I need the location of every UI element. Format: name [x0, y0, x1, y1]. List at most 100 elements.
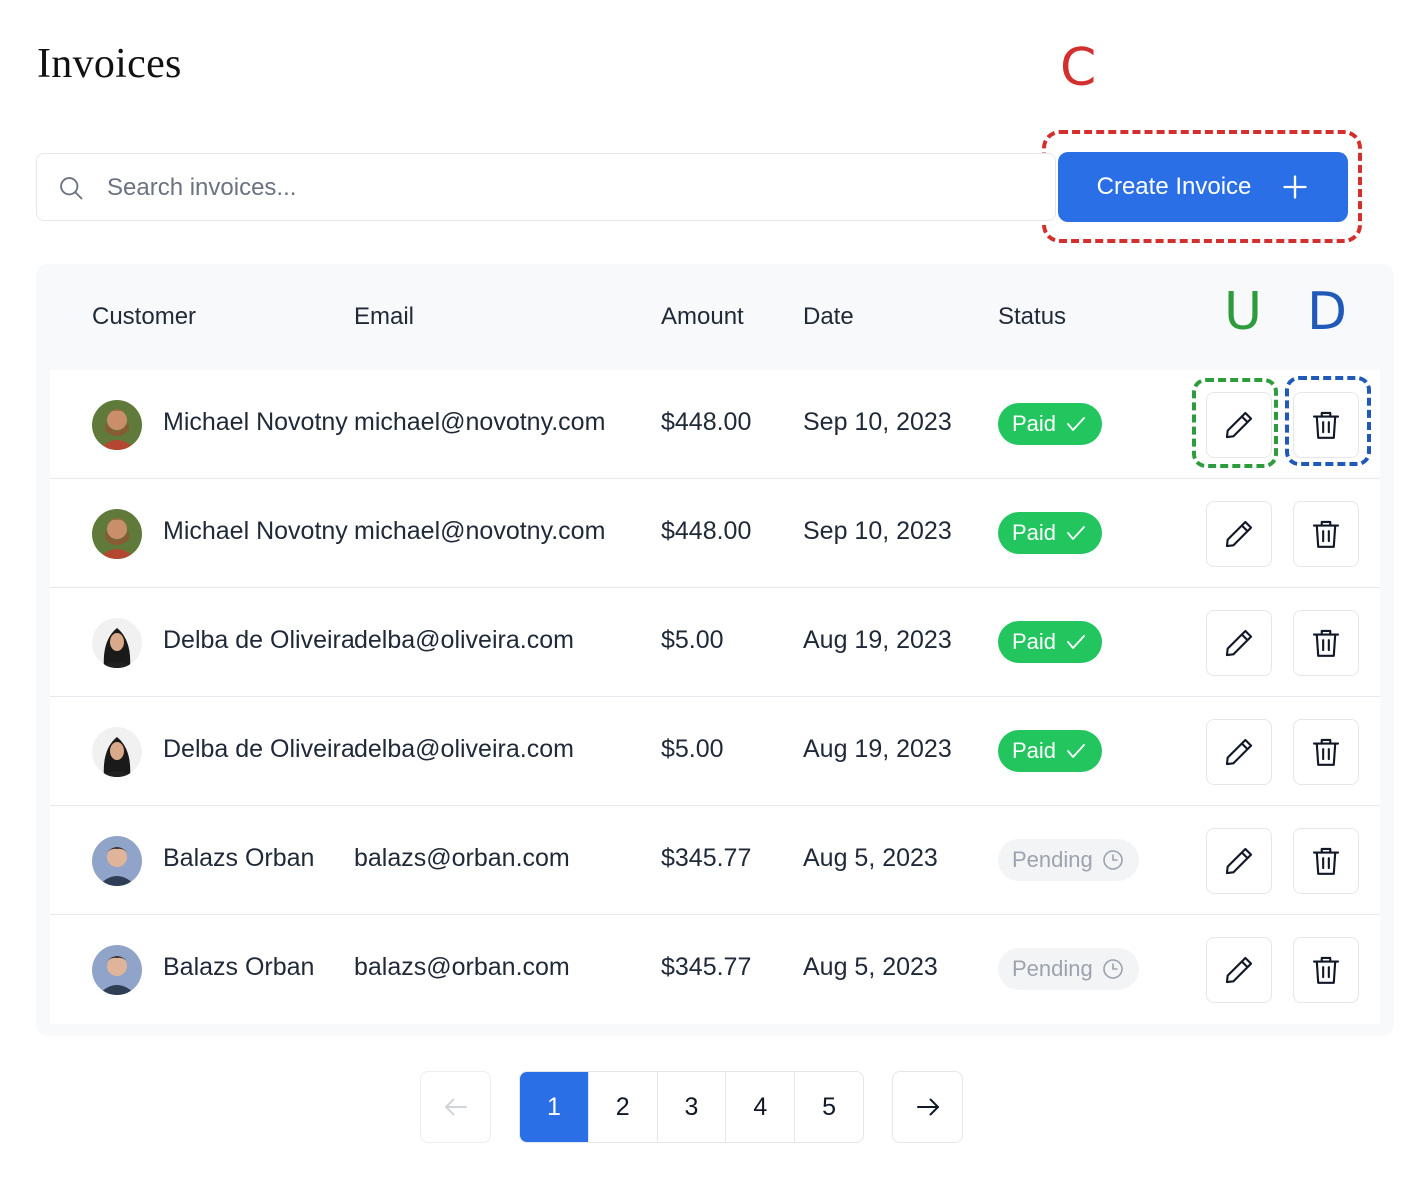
avatar [92, 945, 142, 995]
customer-name: Michael Novotny [163, 517, 348, 545]
delete-button[interactable] [1293, 501, 1359, 567]
customer-email: michael@novotny.com [354, 408, 606, 436]
previous-page-button[interactable] [420, 1071, 491, 1143]
plus-icon [1283, 175, 1308, 199]
next-page-button[interactable] [892, 1071, 963, 1143]
avatar [92, 509, 142, 559]
table-row: Michael Novotny michael@novotny.com $448… [50, 479, 1380, 588]
invoice-amount: $5.00 [661, 626, 724, 654]
edit-button[interactable] [1206, 719, 1272, 785]
page-button[interactable]: 3 [658, 1072, 727, 1142]
customer-email: michael@novotny.com [354, 517, 606, 545]
annotation-create-label: C [1060, 38, 1097, 98]
pencil-icon [1225, 956, 1253, 984]
status-label: Paid [1012, 629, 1057, 654]
annotation-update-box [1192, 378, 1278, 468]
page-button[interactable]: 2 [589, 1072, 658, 1142]
table-row: Delba de Oliveira delba@oliveira.com $5.… [50, 697, 1380, 806]
pencil-icon [1225, 629, 1253, 657]
pencil-icon [1225, 520, 1253, 548]
invoice-date: Aug 5, 2023 [803, 953, 938, 981]
check-icon [1067, 526, 1085, 540]
avatar [92, 400, 142, 450]
status-badge: Paid [998, 403, 1103, 445]
invoice-amount: $5.00 [661, 735, 724, 763]
check-icon [1067, 417, 1085, 431]
annotation-delete-label: D [1307, 282, 1348, 342]
column-header-status: Status [998, 303, 1067, 330]
table-row: Michael Novotny michael@novotny.com $448… [50, 370, 1380, 479]
clock-icon [1102, 850, 1123, 870]
trash-icon [1312, 956, 1340, 984]
status-label: Paid [1012, 520, 1057, 545]
invoice-date: Sep 10, 2023 [803, 408, 952, 436]
pagination: 1 2 3 4 5 [519, 1071, 864, 1143]
avatar [92, 836, 142, 886]
edit-button[interactable] [1206, 937, 1272, 1003]
customer-name: Delba de Oliveira [163, 626, 355, 654]
page-title: Invoices [37, 41, 182, 87]
edit-button[interactable] [1206, 610, 1272, 676]
arrow-left-icon [444, 1098, 467, 1116]
status-label: Pending [1012, 847, 1093, 872]
status-label: Pending [1012, 956, 1093, 981]
invoice-date: Sep 10, 2023 [803, 517, 952, 545]
status-badge: Paid [998, 730, 1103, 772]
trash-icon [1312, 629, 1340, 657]
check-icon [1067, 744, 1085, 758]
delete-button[interactable] [1293, 937, 1359, 1003]
invoice-date: Aug 5, 2023 [803, 844, 938, 872]
page-button[interactable]: 4 [726, 1072, 796, 1142]
customer-name: Balazs Orban [163, 953, 315, 981]
pencil-icon [1225, 738, 1253, 766]
invoice-date: Aug 19, 2023 [803, 735, 952, 763]
annotation-delete-box [1285, 376, 1371, 466]
column-header-date: Date [803, 303, 854, 330]
table-row: Balazs Orban balazs@orban.com $345.77 Au… [50, 915, 1380, 1024]
pencil-icon [1225, 847, 1253, 875]
avatar [92, 727, 142, 777]
status-badge: Pending [998, 948, 1139, 990]
clock-icon [1102, 959, 1123, 979]
table-row: Balazs Orban balazs@orban.com $345.77 Au… [50, 806, 1380, 915]
invoice-amount: $345.77 [661, 844, 752, 872]
create-invoice-button[interactable]: Create Invoice [1058, 152, 1348, 222]
search-box [36, 153, 1056, 221]
column-header-email: Email [354, 303, 415, 330]
page-button[interactable]: 1 [520, 1072, 589, 1142]
customer-name: Delba de Oliveira [163, 735, 355, 763]
edit-button[interactable] [1206, 501, 1272, 567]
search-icon [60, 177, 83, 200]
create-invoice-label: Create Invoice [1096, 173, 1252, 200]
avatar [92, 618, 142, 668]
table-body: Michael Novotny michael@novotny.com $448… [50, 370, 1380, 1024]
status-badge: Paid [998, 512, 1103, 554]
column-header-customer: Customer [92, 303, 197, 330]
table-row: Delba de Oliveira delba@oliveira.com $5.… [50, 588, 1380, 697]
invoice-date: Aug 19, 2023 [803, 626, 952, 654]
annotation-update-label: U [1224, 282, 1263, 342]
invoice-amount: $448.00 [661, 517, 752, 545]
status-label: Paid [1012, 738, 1057, 763]
trash-icon [1312, 520, 1340, 548]
trash-icon [1312, 738, 1340, 766]
customer-name: Michael Novotny [163, 408, 348, 436]
invoice-amount: $448.00 [661, 408, 752, 436]
invoice-amount: $345.77 [661, 953, 752, 981]
customer-email: balazs@orban.com [354, 953, 570, 981]
page-button[interactable]: 5 [795, 1072, 863, 1142]
delete-button[interactable] [1293, 719, 1359, 785]
status-badge: Pending [998, 839, 1139, 881]
customer-email: delba@oliveira.com [354, 626, 574, 654]
status-badge: Paid [998, 621, 1103, 663]
check-icon [1067, 635, 1085, 649]
delete-button[interactable] [1293, 610, 1359, 676]
delete-button[interactable] [1293, 828, 1359, 894]
customer-name: Balazs Orban [163, 844, 315, 872]
arrow-right-icon [916, 1098, 939, 1116]
search-input[interactable] [107, 168, 1007, 208]
customer-email: delba@oliveira.com [354, 735, 574, 763]
edit-button[interactable] [1206, 828, 1272, 894]
status-label: Paid [1012, 411, 1057, 436]
customer-email: balazs@orban.com [354, 844, 570, 872]
